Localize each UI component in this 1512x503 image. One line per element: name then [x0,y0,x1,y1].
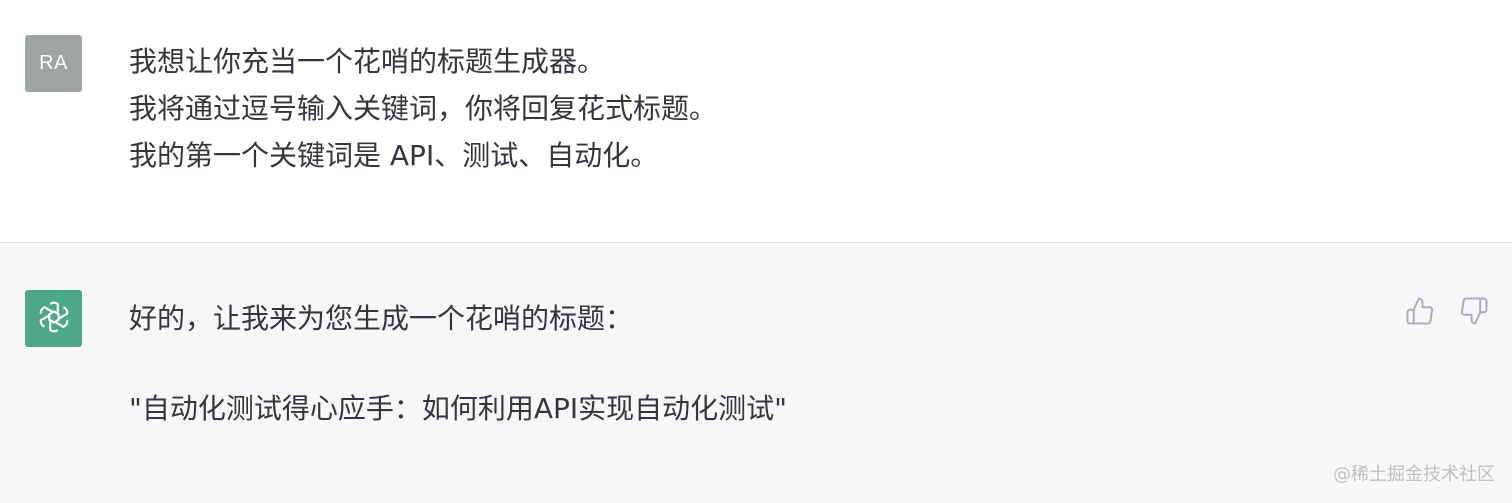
user-message: RA 我想让你充当一个花哨的标题生成器。 我将通过逗号输入关键词，你将回复花式标… [0,0,1512,242]
thumbs-up-icon [1405,296,1435,330]
user-message-line: 我的第一个关键词是 API、测试、自动化。 [129,139,659,172]
assistant-message: 好的，让我来为您生成一个花哨的标题： "自动化测试得心应手：如何利用API实现自… [0,243,1512,503]
watermark: @稀土掘金技术社区 [1333,464,1495,485]
thumbs-down-button[interactable] [1456,295,1492,331]
assistant-message-text: 好的，让我来为您生成一个花哨的标题： "自动化测试得心应手：如何利用API实现自… [129,297,787,431]
user-avatar: RA [25,35,82,92]
assistant-message-line: "自动化测试得心应手：如何利用API实现自动化测试" [129,392,788,425]
thumbs-up-button[interactable] [1402,295,1438,331]
user-message-text: 我想让你充当一个花哨的标题生成器。 我将通过逗号输入关键词，你将回复花式标题。 … [129,38,717,179]
openai-logo-icon [36,299,72,339]
assistant-message-line: 好的，让我来为您生成一个花哨的标题： [129,302,634,335]
user-message-line: 我想让你充当一个花哨的标题生成器。 [129,45,606,78]
user-message-line: 我将通过逗号输入关键词，你将回复花式标题。 [129,92,718,125]
assistant-avatar [25,290,82,347]
thumbs-down-icon [1459,296,1489,330]
